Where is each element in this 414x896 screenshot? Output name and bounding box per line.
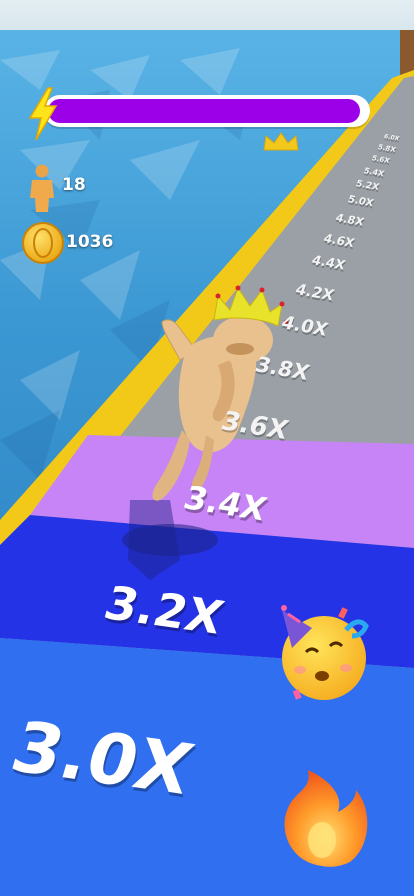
followers-count: 18: [62, 175, 86, 195]
followers-stat: 18: [56, 175, 86, 195]
progress-fill: [48, 99, 360, 123]
coins-stat: 1036: [60, 232, 113, 252]
coin-icon-shape: [22, 222, 64, 264]
lightning-icon: [28, 87, 58, 141]
coin-count: 1036: [66, 232, 114, 252]
progress-bar: [44, 95, 370, 127]
crown-icon: [263, 132, 299, 151]
